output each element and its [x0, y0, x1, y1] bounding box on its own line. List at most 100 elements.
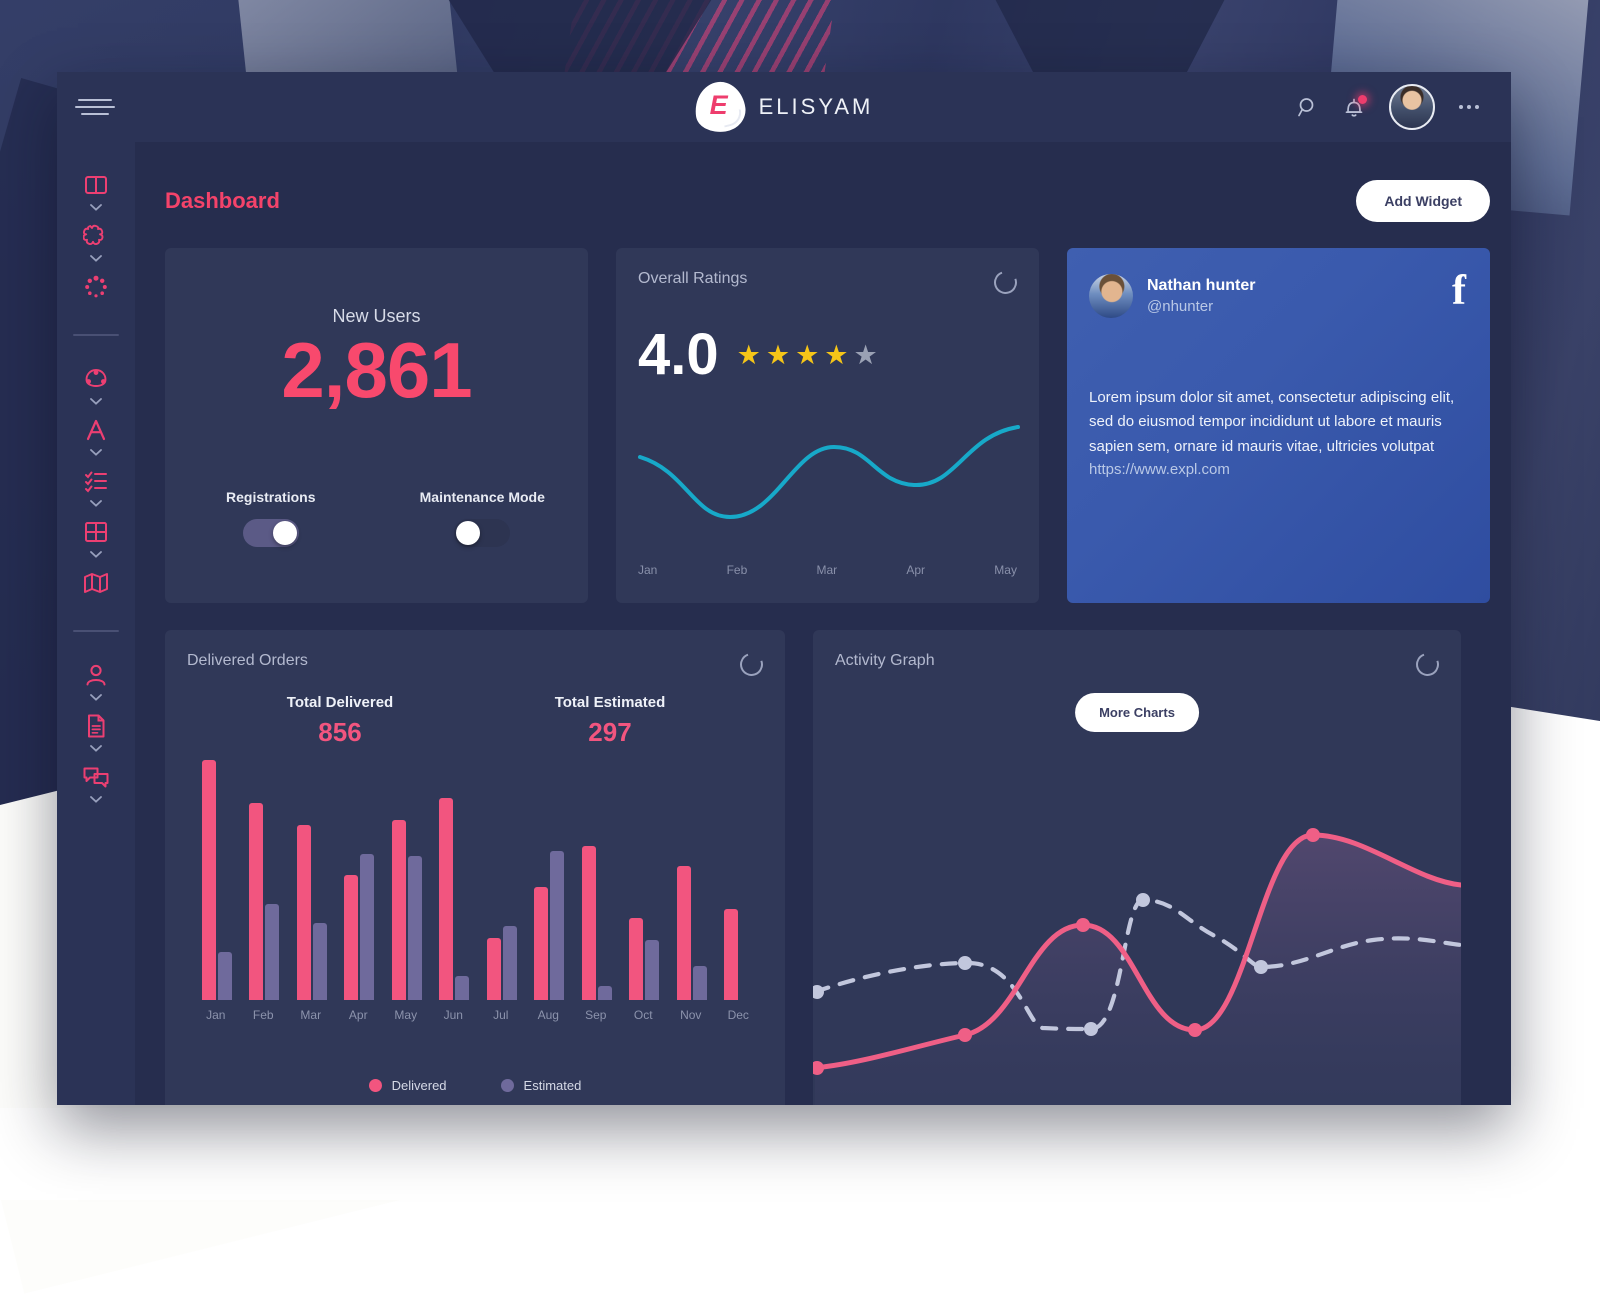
sidebar-item-users[interactable] — [57, 658, 135, 701]
registrations-label: Registrations — [226, 489, 316, 505]
more-options-icon[interactable] — [1459, 105, 1479, 109]
sidebar-item-pages[interactable] — [57, 709, 135, 752]
puzzle-icon — [83, 219, 109, 253]
bar-group — [201, 760, 232, 1000]
sidebar-item-forms[interactable] — [57, 464, 135, 507]
sidebar-divider — [73, 630, 119, 632]
bar-estimated — [502, 925, 517, 1000]
app-window: E ELISYAM Dashboard Add Widget New Users… — [57, 72, 1511, 1105]
bar-group — [534, 851, 565, 1000]
orders-legend: Delivered Estimated — [165, 1078, 785, 1093]
axis-tick: Nov — [680, 1008, 702, 1022]
sidebar-item-chat[interactable] — [57, 760, 135, 803]
bar-delivered — [581, 846, 596, 1000]
checklist-icon — [83, 464, 109, 498]
bar-estimated — [265, 904, 280, 1000]
more-charts-button[interactable]: More Charts — [1075, 693, 1199, 732]
bar-group — [296, 824, 327, 1000]
activity-area-fill — [815, 835, 1461, 1105]
hamburger-menu-icon[interactable] — [57, 99, 133, 115]
chevron-down-icon — [90, 204, 102, 211]
new-users-label: New Users — [332, 306, 421, 326]
bar-group — [249, 803, 280, 1000]
bar-group — [629, 918, 660, 1000]
social-post-link[interactable]: https://www.expl.com — [1067, 461, 1490, 478]
stat-value: 297 — [588, 717, 632, 747]
activity-title: Activity Graph — [835, 652, 935, 669]
sidebar-item-maps[interactable] — [57, 566, 135, 600]
chevron-down-icon — [90, 694, 102, 701]
bar-group — [724, 908, 754, 1000]
bar-estimated — [407, 856, 422, 1000]
star-icon: ★ — [736, 339, 761, 370]
axis-tick: Oct — [633, 1008, 653, 1022]
bar-delivered — [724, 908, 739, 1000]
chevron-down-icon — [90, 398, 102, 405]
search-icon[interactable] — [1297, 96, 1319, 118]
app-logo-icon: E — [691, 78, 748, 136]
stat-label: Total Delivered — [286, 694, 394, 711]
bar-delivered — [486, 937, 501, 1000]
social-author-name: Nathan hunter — [1147, 277, 1256, 295]
stat-value: 856 — [318, 717, 362, 747]
legend-label: Estimated — [523, 1078, 582, 1093]
facebook-icon[interactable]: f — [1452, 270, 1466, 312]
registrations-toggle[interactable] — [242, 519, 299, 547]
social-post-card: Nathan hunter @nhunter f Lorem ipsum dol… — [1067, 248, 1490, 603]
rating-score: 4.0 — [638, 322, 719, 387]
orders-stats: Total Delivered 856 Total Estimated 297 — [165, 694, 785, 748]
axis-tick: Apr — [906, 563, 926, 577]
axis-tick: Jul — [493, 1008, 509, 1022]
chevron-down-icon — [90, 500, 102, 507]
brand-name: ELISYAM — [758, 94, 874, 119]
sidebar — [57, 142, 135, 1105]
bar-delivered — [676, 865, 691, 1000]
social-author: Nathan hunter @nhunter — [1067, 248, 1490, 318]
maintenance-toggle[interactable] — [454, 519, 511, 547]
bar-estimated — [692, 966, 707, 1000]
bar-delivered — [201, 760, 216, 1000]
legend-item-estimated[interactable]: Estimated — [500, 1078, 582, 1093]
star-icon-empty: ★ — [853, 339, 878, 370]
bar-estimated — [455, 976, 470, 1000]
document-icon — [84, 709, 108, 743]
chevron-down-icon — [90, 551, 102, 558]
maintenance-toggle-wrap: Maintenance Mode — [377, 489, 589, 547]
activity-line-chart — [813, 828, 1461, 1105]
maintenance-label: Maintenance Mode — [419, 489, 545, 505]
sidebar-item-loader[interactable] — [57, 270, 135, 304]
bar-estimated — [312, 923, 327, 1000]
sidebar-item-layout[interactable] — [57, 168, 135, 211]
app-body: Dashboard Add Widget New Users 2,861 Reg… — [57, 142, 1511, 1105]
grid-table-icon — [83, 515, 109, 549]
bell-icon[interactable] — [1343, 94, 1367, 119]
new-users-value: 2,861 — [281, 326, 472, 414]
chevron-down-icon — [90, 449, 102, 456]
toggle-group: Registrations Maintenance Mode — [165, 489, 588, 547]
share-network-icon — [83, 362, 109, 396]
bar-estimated — [217, 952, 232, 1000]
typography-icon — [83, 413, 109, 447]
legend-swatch — [368, 1079, 382, 1092]
page-header: Dashboard Add Widget — [135, 142, 1511, 222]
sidebar-item-components[interactable] — [57, 219, 135, 262]
axis-tick: Aug — [537, 1008, 559, 1022]
sidebar-item-typography[interactable] — [57, 413, 135, 456]
legend-item-delivered[interactable]: Delivered — [368, 1078, 447, 1093]
bar-estimated — [360, 853, 375, 1000]
map-icon — [82, 566, 110, 600]
top-bar: E ELISYAM — [57, 72, 1511, 142]
axis-tick: Mar — [816, 563, 838, 577]
rating-stars: ★ ★ ★ ★ ★ — [736, 339, 878, 370]
sidebar-item-share[interactable] — [57, 362, 135, 405]
page-title: Dashboard — [165, 188, 280, 213]
axis-tick: Jan — [206, 1008, 226, 1022]
add-widget-button[interactable]: Add Widget — [1356, 180, 1490, 222]
sidebar-item-tables[interactable] — [57, 515, 135, 558]
bar-estimated — [597, 985, 612, 1000]
star-icon: ★ — [795, 339, 820, 370]
delivered-orders-card: Delivered Orders Total Delivered 856 Tot… — [165, 630, 785, 1105]
main-content: Dashboard Add Widget New Users 2,861 Reg… — [135, 142, 1511, 1105]
chevron-down-icon — [90, 745, 102, 752]
user-avatar[interactable] — [1389, 84, 1435, 130]
